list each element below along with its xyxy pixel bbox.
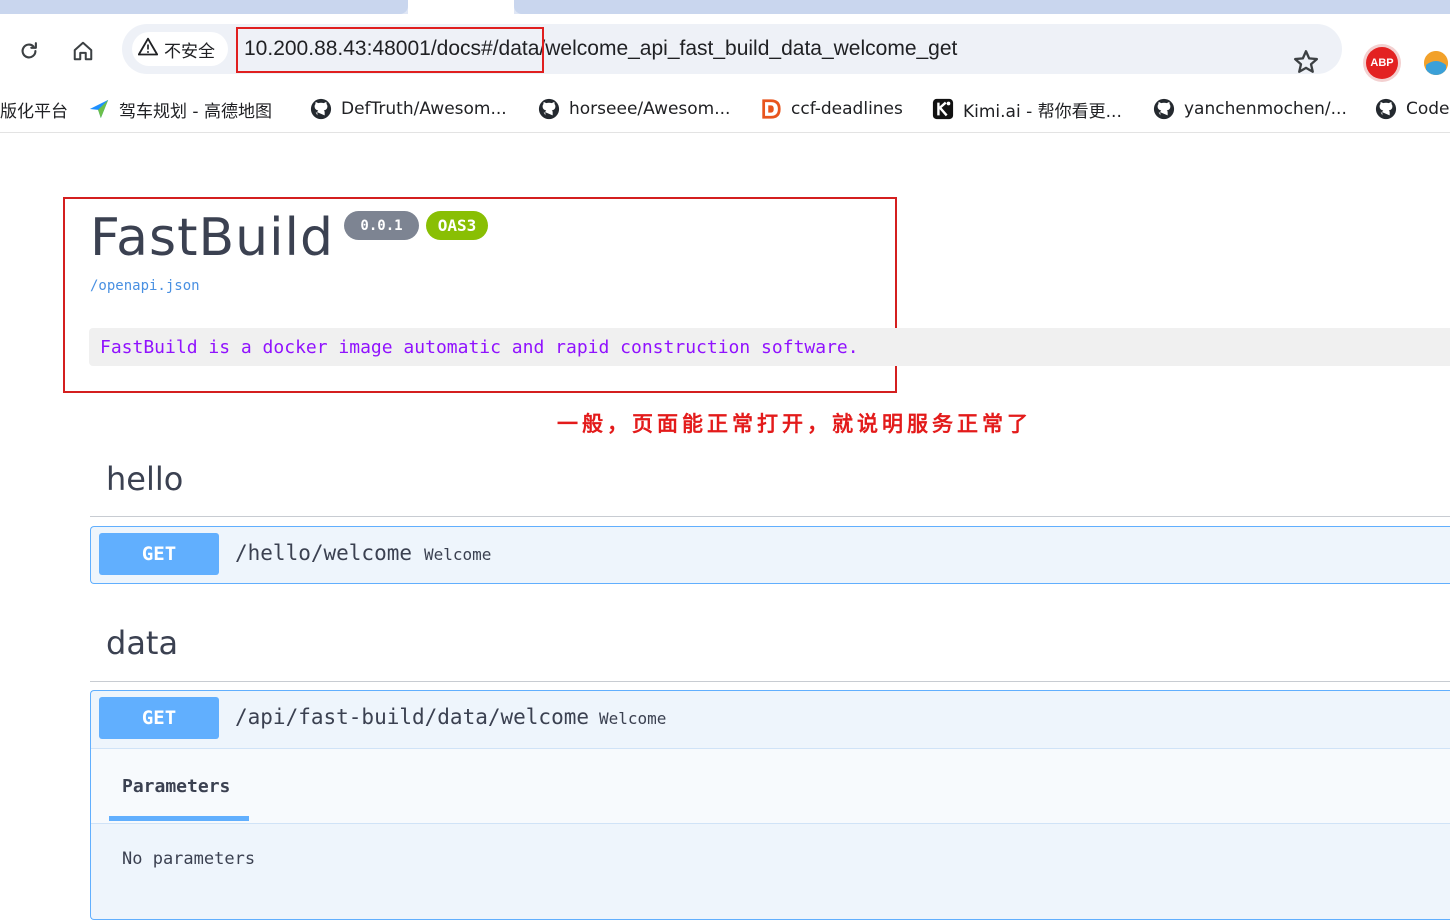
warning-icon [137, 37, 159, 61]
operation-hello-welcome[interactable]: GET /hello/welcome Welcome [90, 526, 1450, 584]
operation-summary-text: Welcome [424, 545, 492, 564]
bookmark-item[interactable]: horseee/Awesom... [538, 94, 730, 124]
github-icon [1153, 98, 1175, 120]
operation-path: /api/fast-build/data/welcome [235, 705, 590, 729]
github-icon [538, 98, 560, 120]
bookmark-label: horseee/Awesom... [569, 99, 731, 119]
adblock-extension-icon[interactable]: ABP [1366, 47, 1398, 79]
security-label: 不安全 [164, 41, 215, 62]
bookmark-item[interactable]: 版化平台 [0, 94, 68, 124]
browser-tab-active[interactable] [408, 0, 514, 14]
tab-parameters[interactable]: Parameters [122, 776, 230, 797]
operation-data-welcome[interactable]: GET /api/fast-build/data/welcome Welcome… [90, 690, 1450, 920]
section-title-data[interactable]: data [106, 624, 178, 662]
operation-path: /hello/welcome [235, 541, 413, 565]
operation-summary[interactable]: GET /api/fast-build/data/welcome Welcome [91, 691, 1450, 748]
api-description: FastBuild is a docker image automatic an… [89, 328, 1450, 366]
bookmark-item[interactable]: Kimi.ai - 帮你看更... [932, 94, 1122, 124]
bookmark-star-icon[interactable] [1292, 48, 1320, 80]
bookmark-label: Kimi.ai - 帮你看更... [963, 101, 1122, 122]
method-badge: GET [99, 533, 219, 575]
github-icon [1375, 98, 1397, 120]
ccf-icon [760, 98, 782, 120]
section-divider [90, 681, 1450, 682]
security-chip[interactable]: 不安全 [132, 32, 228, 66]
section-divider [90, 516, 1450, 517]
reload-icon[interactable] [14, 36, 44, 66]
url-highlight-box [236, 27, 544, 73]
bookmark-item[interactable]: DefTruth/Awesom... [310, 94, 507, 124]
bookmark-label: Code [1406, 99, 1450, 119]
parameters-header: Parameters [91, 748, 1450, 824]
annotation-note: 一般，页面能正常打开，就说明服务正常了 [557, 411, 1032, 436]
version-badge: 0.0.1 [344, 211, 419, 240]
home-icon[interactable] [68, 36, 98, 66]
openapi-json-link[interactable]: /openapi.json [90, 278, 200, 294]
kimi-icon [932, 98, 954, 120]
api-title: FastBuild [90, 208, 335, 268]
section-title-hello[interactable]: hello [106, 460, 183, 498]
bookmarks-bar: 版化平台 驾车规划 - 高德地图 DefTruth/Awesom... hors… [0, 86, 1450, 133]
bookmark-item[interactable]: ccf-deadlines [760, 94, 903, 124]
bookmark-label: 驾车规划 - 高德地图 [119, 101, 272, 122]
bookmark-label: yanchenmochen/... [1184, 99, 1347, 119]
bookmark-item[interactable]: 驾车规划 - 高德地图 [88, 94, 272, 124]
operation-summary[interactable]: GET /hello/welcome Welcome [91, 527, 1450, 584]
browser-tab-inactive[interactable] [0, 0, 408, 14]
bookmark-label: 版化平台 [0, 101, 68, 122]
browser-toolbar: 不安全 10.200.88.43:48001/docs#/data/welcom… [0, 14, 1450, 86]
bookmark-label: DefTruth/Awesom... [341, 99, 507, 119]
extension-icon[interactable] [1424, 51, 1448, 75]
bookmark-item[interactable]: Code [1375, 94, 1450, 124]
bookmark-label: ccf-deadlines [791, 99, 903, 119]
github-icon [310, 98, 332, 120]
tab-underline [109, 816, 249, 821]
amap-icon [88, 98, 110, 120]
method-badge: GET [99, 697, 219, 739]
operation-summary-text: Welcome [599, 709, 667, 728]
browser-tab-inactive[interactable] [514, 0, 1450, 14]
oas-badge: OAS3 [426, 211, 488, 240]
tab-strip [0, 0, 1450, 14]
api-description-text: FastBuild is a docker image automatic an… [100, 337, 859, 358]
no-parameters-text: No parameters [122, 849, 256, 869]
bookmark-item[interactable]: yanchenmochen/... [1153, 94, 1347, 124]
